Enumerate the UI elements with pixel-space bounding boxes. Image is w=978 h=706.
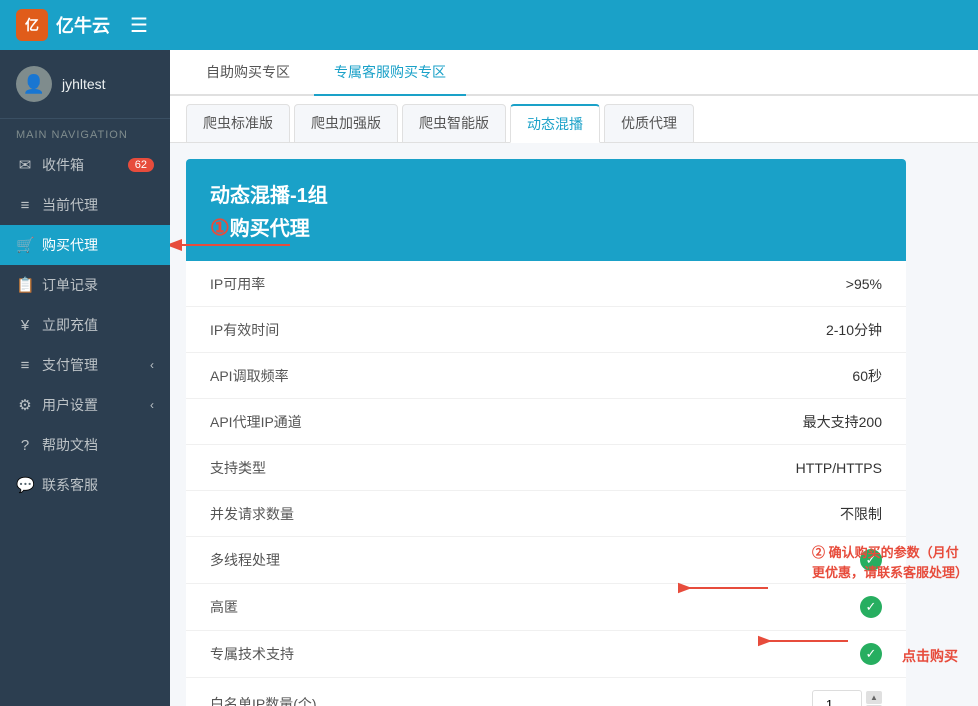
spec-row-ip-availability: IP可用率 >95% xyxy=(186,261,906,307)
annotation-click-buy: 点击购买 xyxy=(902,646,958,666)
tab-crawler-smart[interactable]: 爬虫智能版 xyxy=(402,104,506,143)
spec-value-tech-support: ✓ xyxy=(370,643,882,665)
spec-value-protocol: HTTP/HTTPS xyxy=(370,460,882,476)
user-settings-chevron: ‹ xyxy=(150,398,154,412)
spec-label-concurrency: 并发请求数量 xyxy=(210,504,370,524)
sidebar-item-recharge-label: 立即充值 xyxy=(42,315,98,335)
avatar: 👤 xyxy=(16,66,52,102)
top-header: 亿 亿牛云 ☰ xyxy=(0,0,978,50)
sidebar-item-buy-proxy[interactable]: 🛒 购买代理 xyxy=(0,225,170,265)
spec-value-api-channel: 最大支持200 xyxy=(370,412,882,432)
product-header: 动态混播-1组 ①购买代理 xyxy=(186,159,906,261)
product-title: 动态混播-1组 xyxy=(210,179,882,208)
sidebar-item-payment[interactable]: ≡ 支付管理 ‹ xyxy=(0,345,170,385)
content-area: 自助购买专区 专属客服购买专区 爬虫标准版 爬虫加强版 爬虫智能版 动态混播 优… xyxy=(170,50,978,706)
spec-value-anonymous: ✓ xyxy=(370,596,882,618)
spec-label-whitelist-ip: 白名单IP数量(个) xyxy=(210,694,370,706)
logo-icon: 亿 xyxy=(16,9,48,41)
tab-vip-service[interactable]: 专属客服购买专区 xyxy=(314,50,466,96)
whitelist-ip-input-group: ▲ ▼ xyxy=(812,690,882,706)
spec-value-concurrency: 不限制 xyxy=(370,504,882,524)
nav-section-label: MAIN NAVIGATION xyxy=(0,119,170,145)
spec-value-ip-validity: 2-10分钟 xyxy=(370,320,882,340)
spec-row-whitelist-ip: 白名单IP数量(个) ▲ ▼ xyxy=(186,678,906,706)
spec-row-tech-support: 专属技术支持 ✓ xyxy=(186,631,906,678)
sidebar-item-payment-label: 支付管理 xyxy=(42,355,98,375)
spec-row-concurrency: 并发请求数量 不限制 xyxy=(186,491,906,537)
whitelist-ip-input[interactable] xyxy=(812,690,862,706)
spec-row-multithread: 多线程处理 ✓ xyxy=(186,537,906,584)
spec-row-anonymous: 高匿 ✓ xyxy=(186,584,906,631)
check-icon-tech-support: ✓ xyxy=(860,643,882,665)
tab-quality-proxy[interactable]: 优质代理 xyxy=(604,104,694,143)
product-subtitle: ①购买代理 xyxy=(210,212,882,241)
inbox-icon: ✉ xyxy=(16,156,34,174)
buy-proxy-icon: 🛒 xyxy=(16,236,34,254)
payment-icon: ≡ xyxy=(16,357,34,374)
sidebar-item-inbox[interactable]: ✉ 收件箱 62 xyxy=(0,145,170,185)
sidebar: 👤 jyhltest MAIN NAVIGATION ✉ 收件箱 62 ≡ 当前… xyxy=(0,50,170,706)
specs-table: IP可用率 >95% IP有效时间 2-10分钟 API调取频率 60秒 API… xyxy=(186,261,906,706)
spec-label-multithread: 多线程处理 xyxy=(210,550,370,570)
spec-row-api-freq: API调取频率 60秒 xyxy=(186,353,906,399)
spec-value-api-freq: 60秒 xyxy=(370,366,882,386)
sidebar-item-current-proxy-label: 当前代理 xyxy=(42,195,98,215)
user-section: 👤 jyhltest xyxy=(0,50,170,119)
main-layout: 👤 jyhltest MAIN NAVIGATION ✉ 收件箱 62 ≡ 当前… xyxy=(0,50,978,706)
sidebar-item-orders[interactable]: 📋 订单记录 xyxy=(0,265,170,305)
product-card: 动态混播-1组 ①购买代理 IP可用率 >95% IP有效时间 2-10分钟 xyxy=(186,159,906,706)
sidebar-item-user-settings-label: 用户设置 xyxy=(42,395,98,415)
spec-value-whitelist-ip: ▲ ▼ xyxy=(370,690,882,706)
tab-self-service[interactable]: 自助购买专区 xyxy=(186,50,310,96)
sidebar-item-user-settings[interactable]: ⚙ 用户设置 ‹ xyxy=(0,385,170,425)
spec-label-ip-validity: IP有效时间 xyxy=(210,320,370,340)
orders-icon: 📋 xyxy=(16,276,34,294)
secondary-tabs: 爬虫标准版 爬虫加强版 爬虫智能版 动态混播 优质代理 xyxy=(170,96,978,143)
recharge-icon: ¥ xyxy=(16,317,34,334)
spec-row-protocol: 支持类型 HTTP/HTTPS xyxy=(186,445,906,491)
sidebar-item-buy-proxy-label: 购买代理 xyxy=(42,235,98,255)
spec-value-ip-availability: >95% xyxy=(370,276,882,292)
payment-chevron: ‹ xyxy=(150,358,154,372)
scroll-content: 动态混播-1组 ①购买代理 IP可用率 >95% IP有效时间 2-10分钟 xyxy=(170,143,978,706)
contact-icon: 💬 xyxy=(16,476,34,494)
primary-tabs: 自助购买专区 专属客服购买专区 xyxy=(170,50,978,96)
sidebar-item-inbox-label: 收件箱 xyxy=(42,155,84,175)
sidebar-item-help-label: 帮助文档 xyxy=(42,435,98,455)
spec-row-api-channel: API代理IP通道 最大支持200 xyxy=(186,399,906,445)
spec-label-anonymous: 高匿 xyxy=(210,597,370,617)
whitelist-ip-arrows: ▲ ▼ xyxy=(866,691,882,706)
user-settings-icon: ⚙ xyxy=(16,396,34,414)
whitelist-ip-up[interactable]: ▲ xyxy=(866,691,882,704)
sidebar-item-contact[interactable]: 💬 联系客服 xyxy=(0,465,170,505)
spec-label-protocol: 支持类型 xyxy=(210,458,370,478)
tab-crawler-plus[interactable]: 爬虫加强版 xyxy=(294,104,398,143)
tab-crawler-std[interactable]: 爬虫标准版 xyxy=(186,104,290,143)
tab-dynamic-mix[interactable]: 动态混播 xyxy=(510,104,600,143)
username: jyhltest xyxy=(62,76,106,92)
sidebar-item-help[interactable]: ? 帮助文档 xyxy=(0,425,170,465)
annotation-step2: ② 确认购买的参数（月付更优惠，请联系客服处理） xyxy=(812,543,968,582)
logo-area: 亿 亿牛云 xyxy=(16,9,110,41)
check-icon-anonymous: ✓ xyxy=(860,596,882,618)
sidebar-item-orders-label: 订单记录 xyxy=(42,275,98,295)
logo-text: 亿牛云 xyxy=(56,12,110,38)
spec-label-tech-support: 专属技术支持 xyxy=(210,644,370,664)
sidebar-item-recharge[interactable]: ¥ 立即充值 xyxy=(0,305,170,345)
sidebar-item-contact-label: 联系客服 xyxy=(42,475,98,495)
inbox-badge: 62 xyxy=(128,158,154,172)
help-icon: ? xyxy=(16,437,34,454)
spec-value-multithread: ✓ xyxy=(370,549,882,571)
spec-row-ip-validity: IP有效时间 2-10分钟 xyxy=(186,307,906,353)
spec-label-ip-availability: IP可用率 xyxy=(210,274,370,294)
current-proxy-icon: ≡ xyxy=(16,197,34,214)
spec-label-api-freq: API调取频率 xyxy=(210,366,370,386)
spec-label-api-channel: API代理IP通道 xyxy=(210,412,370,432)
sidebar-item-current-proxy[interactable]: ≡ 当前代理 xyxy=(0,185,170,225)
hamburger-icon[interactable]: ☰ xyxy=(130,13,148,38)
